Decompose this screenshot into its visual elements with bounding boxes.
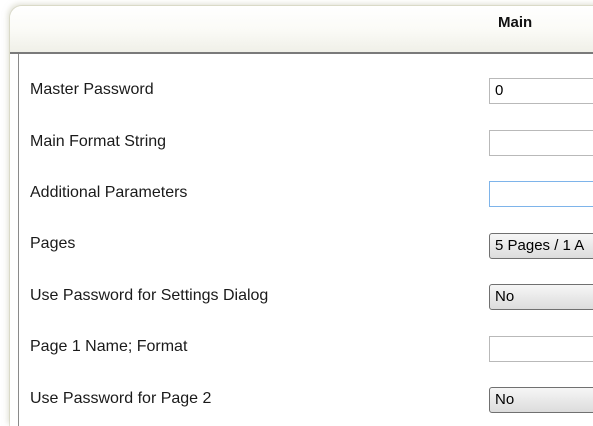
settings-window: Main Master Password 0 Main Format Strin… <box>10 6 593 426</box>
main-format-string-label: Main Format String <box>30 133 167 150</box>
page-1-name-format-label: Page 1 Name; Format <box>30 338 188 355</box>
use-password-page-2-dropdown[interactable]: No <box>489 387 593 413</box>
page-1-name-format-input[interactable] <box>489 336 593 362</box>
master-password-label: Master Password <box>30 81 154 98</box>
main-format-string-input[interactable] <box>489 130 593 156</box>
additional-parameters-input[interactable] <box>489 181 593 207</box>
pages-dropdown[interactable]: 5 Pages / 1 A <box>489 233 593 259</box>
use-password-settings-label: Use Password for Settings Dialog <box>30 287 269 304</box>
additional-parameters-label: Additional Parameters <box>30 184 188 201</box>
master-password-input[interactable]: 0 <box>489 78 593 104</box>
pages-label: Pages <box>30 235 76 252</box>
use-password-page-2-label: Use Password for Page 2 <box>30 390 212 407</box>
section-title: Main <box>498 14 533 31</box>
settings-panel: Master Password 0 Main Format String Add… <box>18 54 593 426</box>
window-header: Main <box>10 6 593 54</box>
use-password-settings-dropdown[interactable]: No <box>489 284 593 310</box>
